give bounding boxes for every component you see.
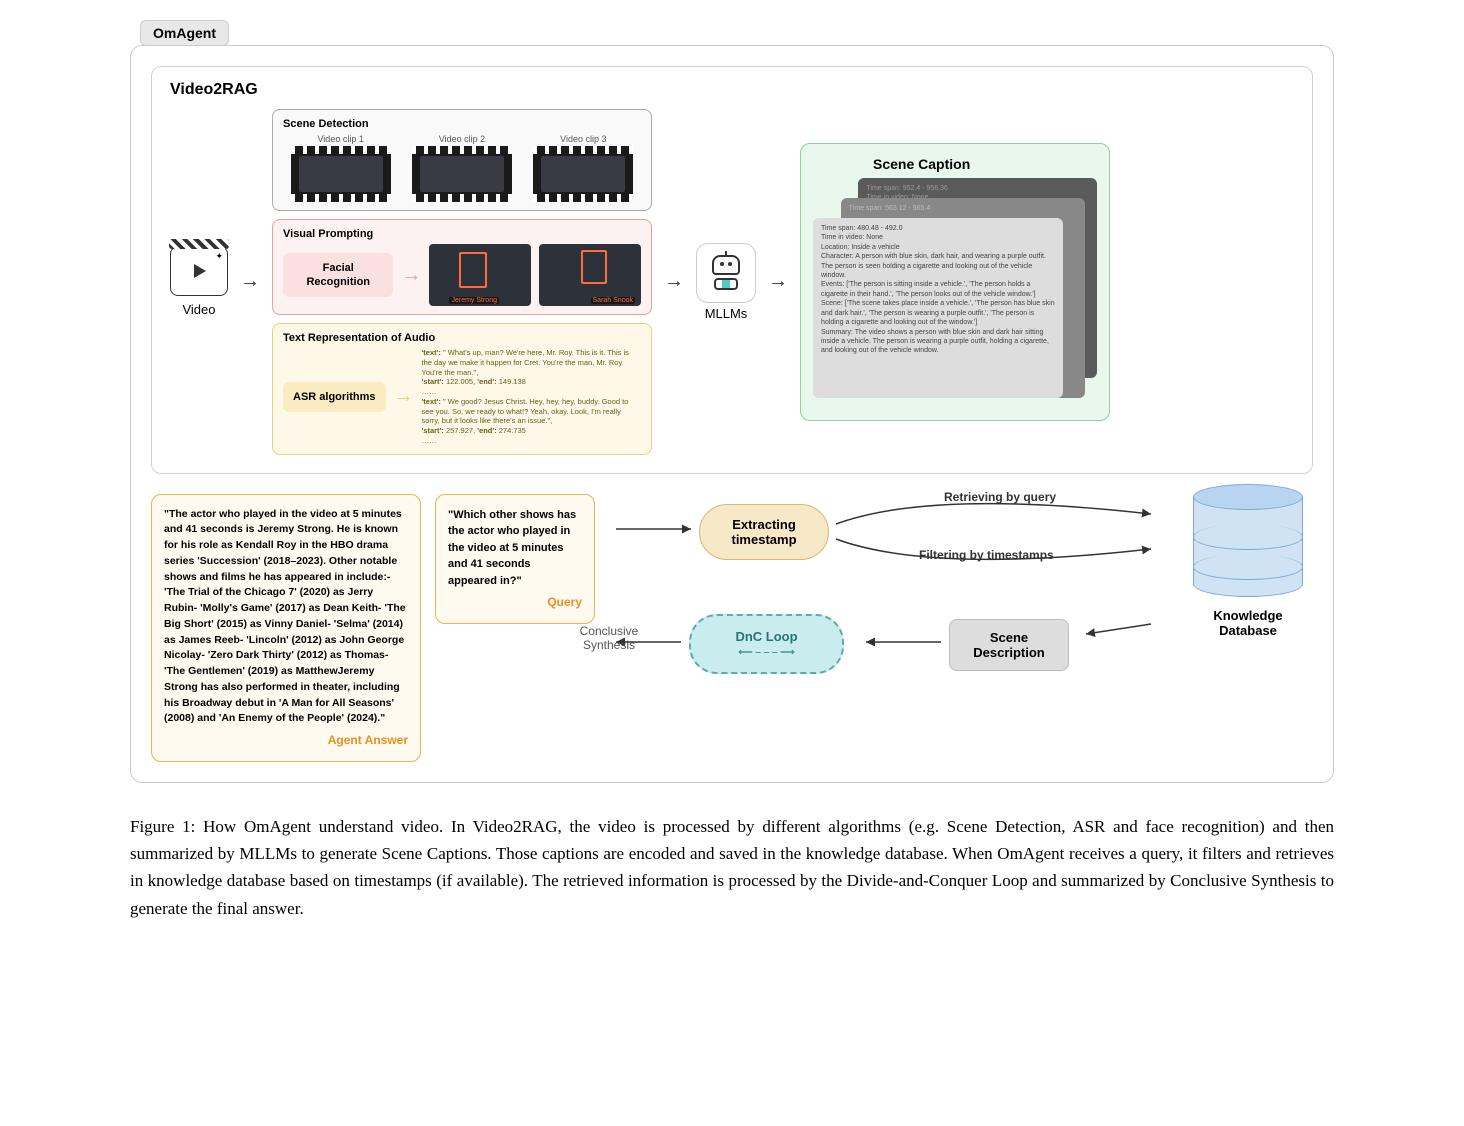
arrow-icon: → xyxy=(768,270,788,293)
scene-caption-panel: Scene Caption Time span: 952.4 - 956.36 … xyxy=(800,143,1110,421)
visual-prompting-module: Visual Prompting Facial Recognition → Je… xyxy=(272,219,652,315)
main-diagram: Video2RAG ✦ Video → Scene Detection Vide… xyxy=(130,45,1334,783)
clip-label: Video clip 3 xyxy=(560,134,606,144)
caption-card-front: Time span: 480.48 - 492.0 Time in video:… xyxy=(813,218,1063,398)
knowledge-database: Knowledge Database xyxy=(1183,484,1313,638)
database-label: Knowledge Database xyxy=(1183,608,1313,638)
agent-answer-text: "The actor who played in the video at 5 … xyxy=(164,508,406,725)
query-label: Query xyxy=(448,593,582,611)
face-name: Sarah Snook xyxy=(591,297,635,304)
asr-title: Text Representation of Audio xyxy=(283,332,641,344)
face-image: Jeremy Strong xyxy=(429,244,531,306)
facial-recognition-tag: Facial Recognition xyxy=(283,253,393,298)
mllm-label: MLLMs xyxy=(705,306,748,321)
asr-output: 'text': " What's up, man? We're here, Mr… xyxy=(422,348,641,446)
arrow-icon: → xyxy=(664,270,684,293)
mllm-node: MLLMs xyxy=(696,243,756,321)
agent-answer-box: "The actor who played in the video at 5 … xyxy=(151,494,421,763)
query-text: "Which other shows has the actor who pla… xyxy=(448,509,576,587)
robot-icon xyxy=(696,243,756,303)
asr-tag: ASR algorithms xyxy=(283,382,386,412)
scene-caption-title: Scene Caption xyxy=(873,156,1097,172)
video-input: ✦ Video xyxy=(170,246,228,317)
asr-module: Text Representation of Audio ASR algorit… xyxy=(272,323,652,455)
omagent-tag: OmAgent xyxy=(140,20,229,46)
face-image: Sarah Snook xyxy=(539,244,641,306)
bottom-flow: "The actor who played in the video at 5 … xyxy=(151,494,1313,763)
scene-description-node: Scene Description xyxy=(949,619,1069,671)
extract-timestamp-node: Extracting timestamp xyxy=(699,504,829,560)
video-label: Video xyxy=(182,302,215,317)
visual-prompting-title: Visual Prompting xyxy=(283,228,641,240)
loop-arrow-icon: ⟵ – – – ⟶ xyxy=(738,647,794,658)
clip-label: Video clip 1 xyxy=(317,134,363,144)
clip-label: Video clip 2 xyxy=(439,134,485,144)
video2rag-title: Video2RAG xyxy=(170,81,1294,99)
arrow-icon: → xyxy=(240,270,260,293)
scene-detection-title: Scene Detection xyxy=(283,118,641,130)
film-icon xyxy=(533,146,633,202)
clapperboard-icon: ✦ xyxy=(170,246,228,296)
query-box: "Which other shows has the actor who pla… xyxy=(435,494,595,625)
video2rag-box: Video2RAG ✦ Video → Scene Detection Vide… xyxy=(151,66,1313,474)
arrow-icon: → xyxy=(401,264,421,287)
filter-label: Filtering by timestamps xyxy=(919,548,1054,562)
conclusive-synthesis-label: Conclusive Synthesis xyxy=(564,624,654,652)
dnc-loop-node: DnC Loop ⟵ – – – ⟶ xyxy=(689,614,844,674)
play-icon xyxy=(194,264,206,278)
arrow-icon: → xyxy=(394,385,414,408)
database-icon xyxy=(1193,484,1303,604)
film-icon xyxy=(412,146,512,202)
scene-detection-module: Scene Detection Video clip 1 Video clip … xyxy=(272,109,652,211)
processing-modules: Scene Detection Video clip 1 Video clip … xyxy=(272,109,652,455)
retrieve-label: Retrieving by query xyxy=(944,490,1056,504)
figure-caption: Figure 1: How OmAgent understand video. … xyxy=(130,813,1334,922)
film-icon xyxy=(291,146,391,202)
flow-graph: Extracting timestamp Retrieving by query… xyxy=(609,494,1313,754)
agent-answer-label: Agent Answer xyxy=(164,731,408,749)
face-name: Jeremy Strong xyxy=(449,297,499,304)
